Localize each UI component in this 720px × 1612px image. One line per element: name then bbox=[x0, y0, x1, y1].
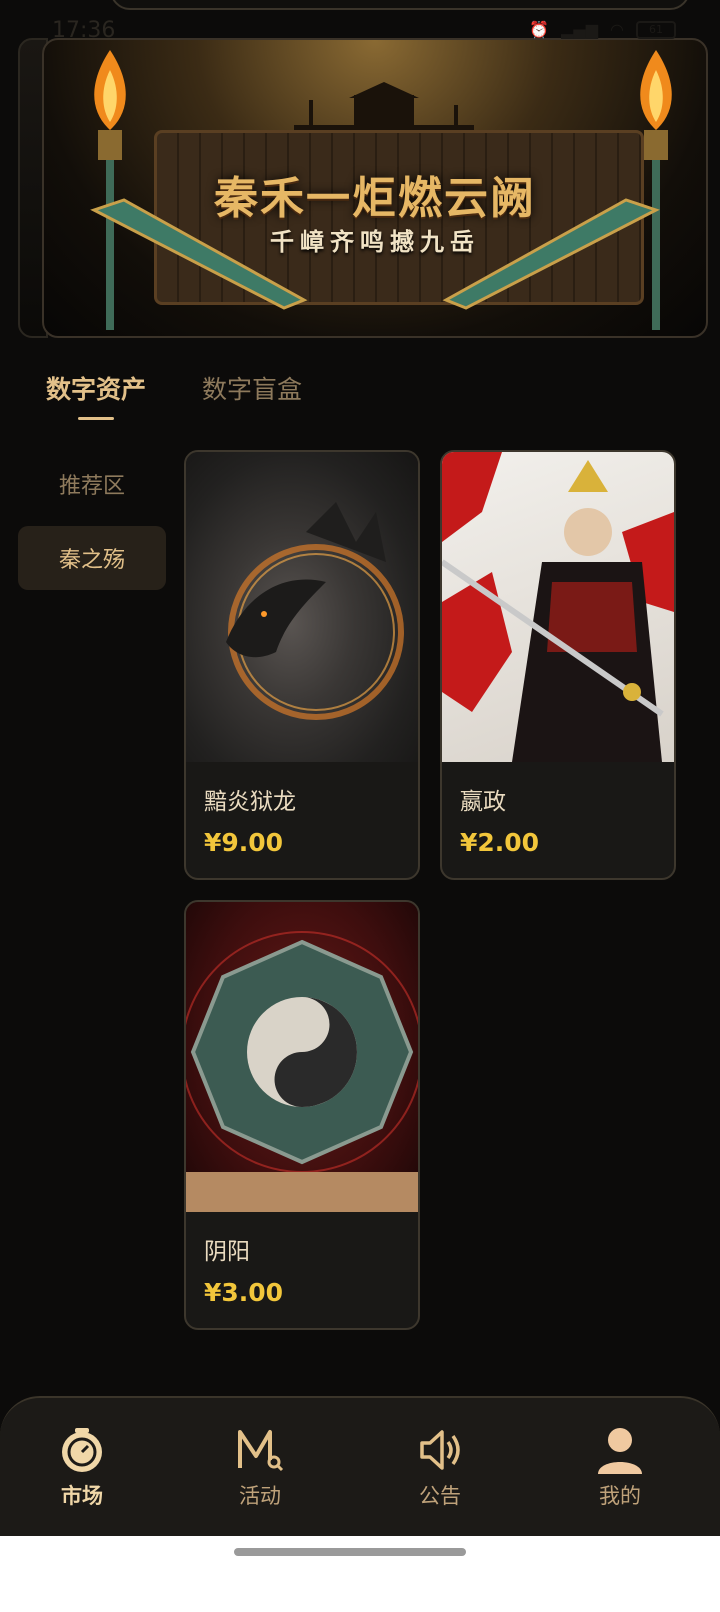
status-icons: ⏰ ▂▄▆ ◠ 61 bbox=[529, 20, 676, 39]
activity-m-icon bbox=[238, 1430, 284, 1472]
battery-icon: 61 bbox=[636, 20, 676, 39]
market-clock-icon bbox=[62, 1428, 102, 1472]
system-home-bar bbox=[0, 1536, 720, 1612]
home-indicator[interactable] bbox=[234, 1548, 466, 1556]
yinyang-artwork bbox=[186, 902, 418, 1212]
bottom-navigation: 市场 活动 公告 我的 bbox=[0, 1396, 720, 1536]
category-item-qin[interactable]: 秦之殇 bbox=[18, 526, 166, 590]
product-card[interactable]: 嬴政 ¥2.00 bbox=[440, 450, 676, 880]
product-card[interactable]: 阴阳 ¥3.00 bbox=[184, 900, 420, 1330]
nav-label-market: 市场 bbox=[61, 1484, 103, 1508]
banner-slide[interactable]: 秦禾一炬燃云阙 千嶂齐鸣撼九岳 bbox=[42, 38, 708, 338]
banner-title: 秦禾一炬燃云阙 bbox=[214, 173, 536, 224]
banner-carousel[interactable]: 秦禾一炬燃云阙 千嶂齐鸣撼九岳 bbox=[18, 38, 708, 338]
product-name: 嬴政 bbox=[460, 789, 506, 815]
signal-icon: ▂▄▆ bbox=[561, 20, 599, 39]
nav-label-profile: 我的 bbox=[599, 1484, 641, 1508]
nav-label-activity: 活动 bbox=[239, 1484, 281, 1508]
profile-icon bbox=[598, 1428, 642, 1474]
nav-item-profile[interactable]: 我的 bbox=[560, 1426, 680, 1510]
main-tabs: 数字资产 数字盲盒 bbox=[46, 370, 302, 420]
status-bar: 17:36 ⏰ ▂▄▆ ◠ 61 bbox=[0, 0, 720, 64]
nav-item-activity[interactable]: 活动 bbox=[200, 1426, 320, 1510]
banner-subtitle: 千嶂齐鸣撼九岳 bbox=[270, 227, 480, 256]
product-price: ¥3.00 bbox=[204, 1278, 284, 1307]
status-time: 17:36 bbox=[52, 18, 116, 43]
nav-item-market[interactable]: 市场 bbox=[22, 1426, 142, 1510]
category-item-recommended[interactable]: 推荐区 bbox=[18, 452, 166, 516]
speaker-icon bbox=[420, 1430, 460, 1470]
warrior-artwork bbox=[442, 452, 674, 762]
product-price: ¥2.00 bbox=[460, 828, 540, 857]
tab-digital-assets[interactable]: 数字资产 bbox=[46, 370, 146, 420]
product-price: ¥9.00 bbox=[204, 828, 284, 857]
wifi-icon: ◠ bbox=[610, 20, 624, 39]
tab-blind-box[interactable]: 数字盲盒 bbox=[202, 370, 302, 420]
product-card[interactable]: 黯炎狱龙 ¥9.00 bbox=[184, 450, 420, 880]
category-sidebar: 推荐区 秦之殇 bbox=[18, 452, 166, 600]
dragon-artwork bbox=[186, 452, 418, 762]
alarm-icon: ⏰ bbox=[529, 20, 550, 39]
nav-item-announcement[interactable]: 公告 bbox=[380, 1426, 500, 1510]
nav-label-announcement: 公告 bbox=[419, 1484, 461, 1508]
product-name: 阴阳 bbox=[204, 1239, 250, 1265]
product-name: 黯炎狱龙 bbox=[204, 789, 296, 815]
